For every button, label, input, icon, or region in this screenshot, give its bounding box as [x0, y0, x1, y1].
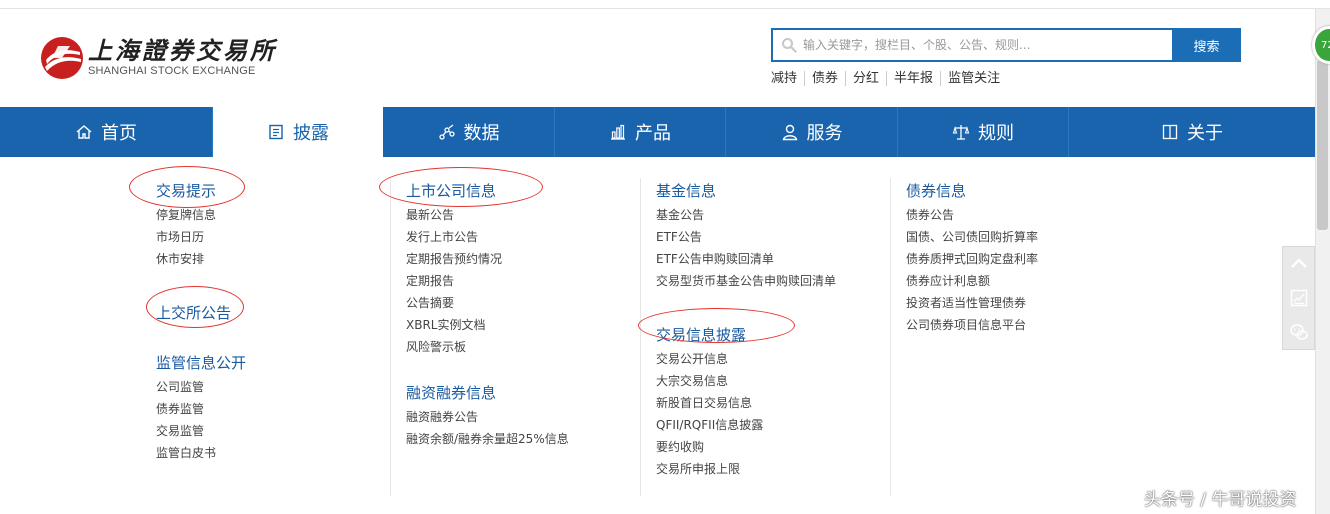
main-nav: 首页 披露 数据 产品 服务 规则 关于 — [0, 107, 1315, 157]
document-icon — [269, 124, 283, 140]
search-input[interactable] — [803, 31, 1163, 59]
watermark-text: 头条号 / 牛哥说投资 — [1144, 490, 1297, 510]
logo-chinese-name: 上海證券交易所 — [88, 36, 277, 65]
scale-icon — [952, 125, 970, 140]
menu-section-title[interactable]: 上交所公告 — [156, 300, 246, 326]
home-icon — [76, 125, 92, 139]
menu-link[interactable]: ETF公告申购赎回清单 — [656, 248, 836, 270]
menu-link[interactable]: 要约收购 — [656, 436, 836, 458]
menu-section-title[interactable]: 融资融券信息 — [406, 380, 569, 406]
menu-section-title[interactable]: 交易信息披露 — [656, 322, 836, 348]
hot-search-links: 减持 债券 分红 半年报 监管关注 — [771, 71, 1007, 86]
menu-section-title[interactable]: 债券信息 — [906, 178, 1038, 204]
nav-item-home[interactable]: 首页 — [0, 107, 213, 157]
sse-logo[interactable]: 上海證券交易所 SHANGHAI STOCK EXCHANGE — [40, 34, 277, 82]
menu-section-title[interactable]: 上市公司信息 — [406, 178, 569, 204]
floating-toolbar — [1282, 246, 1315, 350]
nav-item-services[interactable]: 服务 — [726, 107, 898, 157]
nav-item-products[interactable]: 产品 — [555, 107, 726, 157]
menu-column-funds: 基金信息 基金公告 ETF公告 ETF公告申购赎回清单 交易型货币基金公告申购赎… — [656, 178, 836, 480]
menu-link[interactable]: 休市安排 — [156, 248, 246, 270]
wechat-icon[interactable] — [1289, 322, 1309, 342]
hot-link[interactable]: 分红 — [845, 71, 886, 86]
nav-item-label: 数据 — [463, 123, 500, 144]
menu-link[interactable]: ETF公告 — [656, 226, 836, 248]
column-divider — [890, 178, 891, 496]
menu-link[interactable]: 最新公告 — [406, 204, 569, 226]
nav-item-label: 服务 — [806, 123, 843, 144]
column-divider — [390, 178, 391, 496]
menu-link[interactable]: 债券应计利息额 — [906, 270, 1038, 292]
book-icon — [1162, 124, 1178, 140]
nav-item-label: 关于 — [1187, 123, 1223, 144]
column-divider — [640, 178, 641, 496]
menu-column-bonds: 债券信息 债券公告 国债、公司债回购折算率 债券质押式回购定盘利率 债券应计利息… — [906, 178, 1038, 336]
nav-item-label: 首页 — [101, 123, 137, 144]
nav-item-about[interactable]: 关于 — [1069, 107, 1315, 157]
menu-link[interactable]: 市场日历 — [156, 226, 246, 248]
hot-link[interactable]: 监管关注 — [940, 71, 1007, 86]
menu-link[interactable]: 债券监管 — [156, 398, 246, 420]
menu-link[interactable]: QFII/RQFII信息披露 — [656, 414, 836, 436]
feedback-icon[interactable] — [1289, 288, 1309, 308]
menu-link[interactable]: 监管白皮书 — [156, 442, 246, 464]
chevron-up-icon[interactable] — [1289, 254, 1309, 274]
menu-link[interactable]: 融资融券公告 — [406, 406, 569, 428]
menu-section-title[interactable]: 交易提示 — [156, 178, 246, 204]
menu-link[interactable]: 公司债券项目信息平台 — [906, 314, 1038, 336]
menu-link[interactable]: 国债、公司债回购折算率 — [906, 226, 1038, 248]
search-icon — [782, 38, 797, 53]
menu-section-title[interactable]: 基金信息 — [656, 178, 836, 204]
menu-link[interactable]: 交易型货币基金公告申购赎回清单 — [656, 270, 836, 292]
nav-item-label: 披露 — [293, 123, 329, 144]
search-box — [771, 28, 1172, 62]
scrollbar-thumb[interactable] — [1317, 60, 1328, 230]
menu-link[interactable]: 债券质押式回购定盘利率 — [906, 248, 1038, 270]
menu-link[interactable]: 投资者适当性管理债券 — [906, 292, 1038, 314]
bar-chart-icon — [611, 124, 625, 140]
top-strip — [0, 0, 1330, 9]
menu-link[interactable]: 大宗交易信息 — [656, 370, 836, 392]
nav-item-disclosure[interactable]: 披露 — [213, 107, 383, 157]
menu-link[interactable]: 融资余额/融券余量超25%信息 — [406, 428, 569, 450]
nav-item-label: 产品 — [635, 123, 671, 144]
sse-logo-icon — [41, 37, 83, 79]
menu-section-title[interactable]: 监管信息公开 — [156, 350, 246, 376]
menu-link[interactable]: 发行上市公告 — [406, 226, 569, 248]
menu-link[interactable]: 交易所申报上限 — [656, 458, 836, 480]
menu-link[interactable]: 公司监管 — [156, 376, 246, 398]
hot-link[interactable]: 半年报 — [886, 71, 940, 86]
nav-item-label: 规则 — [978, 123, 1014, 144]
menu-link[interactable]: 公告摘要 — [406, 292, 569, 314]
nav-item-data[interactable]: 数据 — [383, 107, 555, 157]
menu-link[interactable]: 债券公告 — [906, 204, 1038, 226]
data-nodes-icon — [438, 124, 455, 140]
hot-link[interactable]: 减持 — [771, 71, 804, 86]
menu-link[interactable]: 定期报告 — [406, 270, 569, 292]
search-button[interactable]: 搜索 — [1172, 28, 1241, 62]
menu-column-trading: 交易提示 停复牌信息 市场日历 休市安排 上交所公告 监管信息公开 公司监管 债… — [156, 178, 246, 464]
nav-item-rules[interactable]: 规则 — [898, 107, 1069, 157]
menu-link[interactable]: 新股首日交易信息 — [656, 392, 836, 414]
menu-link[interactable]: 交易监管 — [156, 420, 246, 442]
hot-link[interactable]: 债券 — [804, 71, 845, 86]
logo-english-name: SHANGHAI STOCK EXCHANGE — [88, 65, 256, 77]
menu-link[interactable]: 停复牌信息 — [156, 204, 246, 226]
menu-link[interactable]: 风险警示板 — [406, 336, 569, 358]
user-icon — [782, 124, 797, 141]
menu-link[interactable]: 定期报告预约情况 — [406, 248, 569, 270]
menu-link[interactable]: 交易公开信息 — [656, 348, 836, 370]
menu-column-listed-companies: 上市公司信息 最新公告 发行上市公告 定期报告预约情况 定期报告 公告摘要 XB… — [406, 178, 569, 450]
menu-link[interactable]: XBRL实例文档 — [406, 314, 569, 336]
menu-link[interactable]: 基金公告 — [656, 204, 836, 226]
